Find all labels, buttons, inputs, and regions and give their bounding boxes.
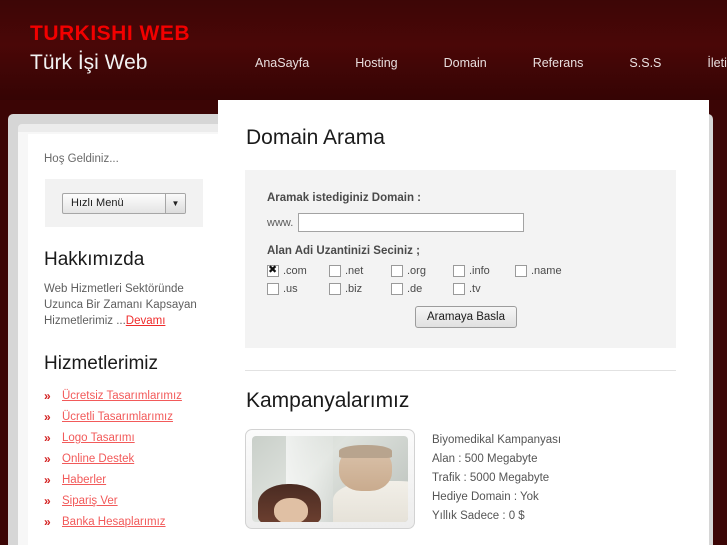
checkbox-de[interactable]: .de: [391, 283, 453, 295]
campaigns-title: Kampanyalarımız: [246, 389, 410, 412]
campaign-item: Biyomedikal Kampanyası Alan : 500 Megaby…: [245, 429, 709, 529]
sidebar: Hoş Geldiniz... Hızlı Menü ▼ Hakkımızda …: [28, 134, 218, 545]
logo-secondary-text: Türk İşi Web: [30, 51, 148, 74]
service-link-siparis-ver[interactable]: Sipariş Ver: [62, 495, 118, 507]
checkbox-icon[interactable]: [329, 283, 341, 295]
campaign-photo-frame: [245, 429, 415, 529]
checkbox-icon[interactable]: [267, 283, 279, 295]
about-text: Web Hizmetleri Sektöründe Uzunca Bir Zam…: [28, 271, 218, 329]
nav-item-sss[interactable]: S.S.S: [606, 56, 684, 70]
service-link-online-destek[interactable]: Online Destek: [62, 453, 134, 465]
domain-search-input[interactable]: [298, 213, 525, 232]
checkbox-icon[interactable]: [453, 283, 465, 295]
domain-search-form: Aramak istediginiz Domain : www. Alan Ad…: [245, 170, 676, 348]
list-item[interactable]: » Logo Tasarımı: [44, 429, 218, 447]
photo-second-person-face: [273, 497, 309, 522]
checkbox-icon[interactable]: [391, 265, 403, 277]
checkbox-label: .com: [283, 265, 307, 277]
campaign-details: Biyomedikal Kampanyası Alan : 500 Megaby…: [432, 429, 561, 529]
campaign-traffic: Trafik : 5000 Megabyte: [432, 472, 550, 484]
chevron-right-icon: »: [44, 452, 51, 466]
checkbox-label: .tv: [469, 283, 481, 295]
extension-row-1: .com .net .org .info .name: [267, 264, 676, 277]
service-link-ucretsiz-tasarimlarimiz[interactable]: Ücretsiz Tasarımlarımız: [62, 390, 182, 402]
nav-item-referans[interactable]: Referans: [510, 56, 607, 70]
campaign-price: Yıllık Sadece : 0 $: [432, 510, 525, 522]
campaign-photo: [252, 436, 408, 522]
checkbox-icon[interactable]: [329, 265, 341, 277]
checkbox-com[interactable]: .com: [267, 264, 329, 277]
checkbox-icon[interactable]: [453, 265, 465, 277]
checkbox-label: .de: [407, 283, 423, 295]
page-title: Domain Arama: [246, 126, 385, 149]
search-submit-button[interactable]: Aramaya Basla: [415, 306, 517, 328]
quick-menu-select[interactable]: Hızlı Menü ▼: [62, 192, 186, 214]
services-heading: Hizmetlerimiz: [44, 353, 158, 374]
checkbox-label: .name: [531, 265, 562, 277]
quick-menu-selected-label: Hızlı Menü: [71, 196, 124, 209]
main-content: Domain Arama Aramak istediginiz Domain :…: [218, 100, 709, 545]
chevron-right-icon: »: [44, 515, 51, 529]
about-more-link[interactable]: Devamı: [126, 315, 166, 327]
checkbox-icon[interactable]: [391, 283, 403, 295]
list-item[interactable]: » Online Destek: [44, 450, 218, 468]
extension-row-2: .us .biz .de .tv: [267, 283, 676, 295]
photo-person-hair: [339, 444, 393, 459]
nav-item-iletisim[interactable]: İletişim: [684, 56, 727, 70]
chevron-down-icon[interactable]: ▼: [165, 193, 185, 213]
domain-input-row: www.: [267, 213, 676, 232]
list-item[interactable]: » Haberler: [44, 471, 218, 489]
service-link-logo-tasarimi[interactable]: Logo Tasarımı: [62, 432, 135, 444]
checkbox-label: .org: [407, 265, 426, 277]
checkbox-label: .us: [283, 283, 298, 295]
submit-row: Aramaya Basla: [267, 306, 676, 328]
list-item[interactable]: » Ücretli Tasarımlarımız: [44, 408, 218, 426]
nav-item-domain[interactable]: Domain: [421, 56, 510, 70]
checkbox-tv[interactable]: .tv: [453, 283, 515, 295]
checkbox-us[interactable]: .us: [267, 283, 329, 295]
chevron-right-icon: »: [44, 410, 51, 424]
checkbox-name[interactable]: .name: [515, 265, 577, 277]
checkbox-biz[interactable]: .biz: [329, 283, 391, 295]
domain-field-label: Aramak istediginiz Domain :: [267, 192, 422, 204]
service-link-ucretli-tasarimlarimiz[interactable]: Ücretli Tasarımlarımız: [62, 411, 173, 423]
campaign-name: Biyomedikal Kampanyası: [432, 434, 562, 446]
main-navigation: AnaSayfa Hosting Domain Referans S.S.S İ…: [232, 56, 727, 70]
list-item[interactable]: » Banka Hesaplarımız: [44, 513, 218, 531]
www-prefix-label: www.: [267, 216, 294, 229]
list-item[interactable]: » Ücretsiz Tasarımlarımız: [44, 387, 218, 405]
checkbox-info[interactable]: .info: [453, 265, 515, 277]
checkbox-org[interactable]: .org: [391, 265, 453, 277]
campaign-free-domain: Hediye Domain : Yok: [432, 491, 539, 503]
welcome-text: Hoş Geldiniz...: [44, 153, 119, 165]
chevron-right-icon: »: [44, 431, 51, 445]
about-body: Web Hizmetleri Sektöründe Uzunca Bir Zam…: [44, 283, 197, 327]
list-item[interactable]: » Sipariş Ver: [44, 492, 218, 510]
site-header: TURKISHI WEB Türk İşi Web AnaSayfa Hosti…: [0, 0, 727, 100]
nav-item-hosting[interactable]: Hosting: [332, 56, 420, 70]
chevron-right-icon: »: [44, 389, 51, 403]
campaign-space: Alan : 500 Megabyte: [432, 453, 538, 465]
about-heading: Hakkımızda: [44, 249, 145, 270]
checkbox-icon[interactable]: [515, 265, 527, 277]
checkbox-label: .biz: [345, 283, 363, 295]
chevron-right-icon: »: [44, 494, 51, 508]
checkbox-label: .info: [469, 265, 490, 277]
checkbox-checked-icon[interactable]: [267, 264, 279, 277]
chevron-right-icon: »: [44, 473, 51, 487]
services-list: » Ücretsiz Tasarımlarımız » Ücretli Tasa…: [28, 375, 218, 531]
site-logo[interactable]: TURKISHI WEB Türk İşi Web: [30, 22, 190, 77]
extension-group-label: Alan Adi Uzantinizi Seciniz ;: [267, 245, 420, 257]
page-shell: Hoş Geldiniz... Hızlı Menü ▼ Hakkımızda …: [0, 100, 727, 545]
service-link-banka-hesaplarimiz[interactable]: Banka Hesaplarımız: [62, 516, 166, 528]
quick-menu-container: Hızlı Menü ▼: [45, 179, 203, 227]
service-link-haberler[interactable]: Haberler: [62, 474, 106, 486]
nav-item-anasayfa[interactable]: AnaSayfa: [232, 56, 332, 70]
checkbox-net[interactable]: .net: [329, 265, 391, 277]
checkbox-label: .net: [345, 265, 364, 277]
logo-primary-text: TURKISHI WEB: [30, 22, 190, 45]
